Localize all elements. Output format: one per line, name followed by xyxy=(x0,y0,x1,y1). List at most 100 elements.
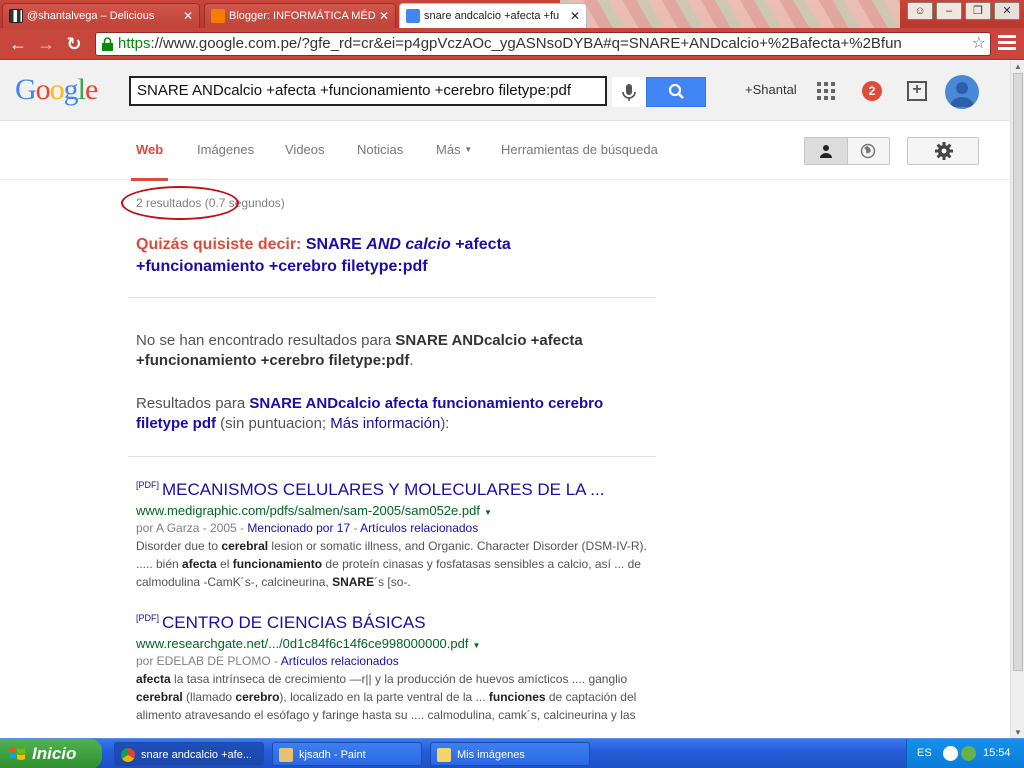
minimize-icon[interactable]: – xyxy=(936,2,962,20)
start-button[interactable]: Inicio xyxy=(0,739,102,768)
dropdown-caret-icon: ▼ xyxy=(464,145,473,154)
no-results-message: No se han encontrado resultados para SNA… xyxy=(136,331,616,371)
snippet-text: Disorder due to xyxy=(136,539,222,553)
snippet-text: ), localizado en la parte ventral de la … xyxy=(279,690,489,704)
tab-web[interactable]: Web xyxy=(130,142,169,181)
snippet-highlight: cerebral xyxy=(221,539,269,553)
pdf-tag: [PDF] xyxy=(136,613,160,624)
results-for-message: Resultados para SNARE ANDcalcio afecta f… xyxy=(136,394,646,434)
close-tab-icon[interactable]: ✕ xyxy=(379,4,389,28)
user-profile-link[interactable]: +Shantal xyxy=(745,82,797,97)
close-window-icon[interactable]: ✕ xyxy=(994,2,1020,20)
url-text: ://www.google.com.pe/?gfe_rd=cr&ei=p4gpV… xyxy=(150,35,902,52)
google-logo[interactable]: Google xyxy=(15,73,98,107)
snippet-text: ´s [so-. xyxy=(374,575,411,589)
tab-blogger[interactable]: Blogger: INFORMÁTICA MÉD ✕ xyxy=(204,3,396,28)
blogger-icon xyxy=(211,9,225,23)
tab-title: @shantalvega – Delicious xyxy=(27,10,155,22)
more-label: Más xyxy=(436,142,461,157)
tab-videos[interactable]: Videos xyxy=(285,142,325,157)
taskbar-item-my-pictures[interactable]: Mis imágenes xyxy=(430,742,590,766)
taskbar-item-chrome[interactable]: snare andcalcio +afe... xyxy=(114,742,264,766)
folder-icon xyxy=(437,748,451,762)
close-tab-icon[interactable]: ✕ xyxy=(570,4,580,28)
settings-button[interactable] xyxy=(907,137,979,165)
divider xyxy=(128,297,656,298)
tab-more[interactable]: Más ▼ xyxy=(436,142,472,157)
taskbar-item-label: kjsadh - Paint xyxy=(299,749,366,761)
suggestion-part: SNARE xyxy=(305,236,367,253)
search-input[interactable]: SNARE ANDcalcio +afecta +funcionamiento … xyxy=(129,76,607,106)
global-results-button[interactable] xyxy=(848,138,890,164)
cited-by-link[interactable]: Mencionado por 17 xyxy=(247,521,350,535)
search-button[interactable] xyxy=(646,77,706,107)
start-label: Inicio xyxy=(32,744,77,763)
search-result: [PDF] CENTRO DE CIENCIAS BÁSICAS www.rese… xyxy=(136,613,656,724)
user-icon[interactable]: ☺ xyxy=(907,2,933,20)
apps-grid-icon[interactable] xyxy=(817,82,835,100)
tab-delicious[interactable]: @shantalvega – Delicious ✕ xyxy=(2,3,200,28)
close-tab-icon[interactable]: ✕ xyxy=(183,4,193,28)
did-you-mean: Quizás quisiste decir: SNARE AND calcio … xyxy=(136,234,596,278)
url-dropdown-icon[interactable]: ▼ xyxy=(484,508,492,517)
clock: 15:54 xyxy=(983,747,1011,759)
tray-arrow-icon[interactable] xyxy=(943,746,958,761)
chrome-icon xyxy=(121,748,135,762)
bookmark-star-icon[interactable]: ☆ xyxy=(972,33,986,55)
taskbar-item-label: snare andcalcio +afe... xyxy=(141,749,252,761)
notifications-badge[interactable]: 2 xyxy=(862,81,882,101)
avatar[interactable] xyxy=(945,75,979,109)
search-tools-button[interactable]: Herramientas de búsqueda xyxy=(501,142,658,157)
browser-toolbar: ← → ↻ https://www.google.com.pe/?gfe_rd=… xyxy=(0,28,1024,60)
globe-icon xyxy=(861,143,876,159)
snippet-highlight: funciones xyxy=(488,690,546,704)
snippet-text: el xyxy=(216,557,233,571)
vertical-scrollbar[interactable]: ▲ ▼ xyxy=(1010,61,1024,739)
suggestion-correction: AND calcio xyxy=(366,236,451,253)
system-tray: ES 15:54 xyxy=(906,739,1024,768)
back-arrow-icon[interactable]: ← xyxy=(6,32,30,56)
tray-app-icon[interactable] xyxy=(961,746,976,761)
url-dropdown-icon[interactable]: ▼ xyxy=(472,641,480,650)
voice-search-button[interactable] xyxy=(612,77,646,107)
related-articles-link[interactable]: Artículos relacionados xyxy=(281,654,399,668)
taskbar-item-paint[interactable]: kjsadh - Paint xyxy=(272,742,422,766)
tab-images[interactable]: Imágenes xyxy=(197,142,254,157)
related-articles-link[interactable]: Artículos relacionados xyxy=(360,521,478,535)
pdf-tag: [PDF] xyxy=(136,480,160,491)
microphone-icon xyxy=(622,84,636,101)
delicious-icon xyxy=(9,9,23,23)
url-scheme: https xyxy=(118,35,151,52)
result-title-link[interactable]: [PDF] CENTRO DE CIENCIAS BÁSICAS xyxy=(136,613,656,633)
lock-icon xyxy=(102,37,113,51)
forward-arrow-icon[interactable]: → xyxy=(34,32,58,56)
share-plus-icon[interactable]: + xyxy=(907,81,927,101)
snippet-text: (llamado xyxy=(182,690,236,704)
tab-news[interactable]: Noticias xyxy=(357,142,403,157)
logo-letter: G xyxy=(15,73,37,106)
logo-letter: o xyxy=(49,73,65,106)
more-info-link[interactable]: Más información xyxy=(330,415,440,432)
logo-letter: o xyxy=(35,73,51,106)
logo-letter: g xyxy=(63,73,79,106)
result-title-link[interactable]: [PDF] MECANISMOS CELULARES Y MOLECULARES … xyxy=(136,480,656,500)
result-meta: por EDELAB DE PLOMO - Artículos relacion… xyxy=(136,654,656,668)
search-icon xyxy=(668,83,684,99)
snippet-text: la tasa intrínseca de crecimiento —r|| y… xyxy=(170,672,628,686)
scroll-up-icon[interactable]: ▲ xyxy=(1013,62,1023,72)
search-result: [PDF] MECANISMOS CELULARES Y MOLECULARES … xyxy=(136,480,656,591)
snippet-highlight: funcionamiento xyxy=(232,557,323,571)
result-url: www.researchgate.net/.../0d1c84f6c14f6ce… xyxy=(136,636,656,651)
browser-menu-icon[interactable] xyxy=(998,35,1016,51)
reload-icon[interactable]: ↻ xyxy=(62,32,86,56)
no-results-end: . xyxy=(409,352,414,369)
personal-results-button[interactable] xyxy=(805,138,848,164)
tab-google-search[interactable]: snare andcalcio +afecta +fu ✕ xyxy=(399,3,587,28)
scrollbar-thumb[interactable] xyxy=(1013,73,1023,671)
result-url: www.medigraphic.com/pdfs/salmen/sam-2005… xyxy=(136,503,656,518)
scroll-down-icon[interactable]: ▼ xyxy=(1013,728,1023,738)
address-bar[interactable]: https://www.google.com.pe/?gfe_rd=cr&ei=… xyxy=(95,32,991,56)
restore-icon[interactable]: ❐ xyxy=(965,2,991,20)
language-indicator[interactable]: ES xyxy=(917,747,932,759)
results-for-end: ): xyxy=(440,415,450,432)
